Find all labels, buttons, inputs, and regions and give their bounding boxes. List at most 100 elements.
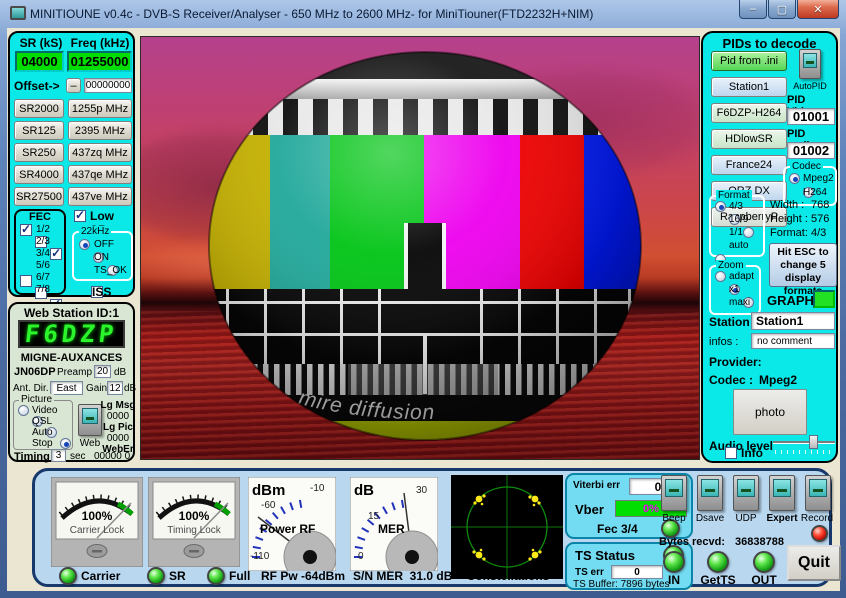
tone-22khz-label: 22kHz [79, 226, 111, 237]
slider-ticks [775, 450, 833, 454]
ts-err-label: TS err [575, 567, 604, 578]
autopid-switch-icon[interactable] [799, 49, 821, 79]
picture-label: Picture [19, 394, 54, 405]
ts-status-label: TS Status [575, 548, 635, 563]
record-switch-label: Record [797, 513, 837, 524]
fec-1-2-checkbox[interactable] [20, 224, 32, 236]
bottom-panel: 100% Carrier Lock 100% Timing Lock [32, 468, 832, 587]
fec-5-6-checkbox[interactable] [20, 275, 32, 287]
pid-audio-field[interactable]: 01002 [787, 142, 835, 159]
timing-unit: sec [70, 451, 86, 462]
sr-preset-button-sr2000[interactable]: SR2000 [14, 99, 64, 118]
timing-field[interactable]: 3 [51, 449, 66, 462]
bytes-recvd-value: 36838788 [735, 536, 784, 548]
graph-indicator[interactable] [813, 290, 835, 308]
carrier-lock-meter: 100% Carrier Lock [51, 477, 143, 567]
sr-led-label: SR [169, 569, 186, 583]
audio-level-slider[interactable] [773, 435, 835, 455]
in-led-label: IN [661, 573, 687, 587]
info-checkbox[interactable] [725, 447, 737, 459]
timing-lock-label: Timing Lock [167, 525, 222, 536]
picture-group: Picture Video QSL Auto Stop [13, 400, 73, 450]
timing-label: Timing [14, 451, 50, 463]
video-display: mire diffusion [140, 36, 700, 460]
width-label: Width : [770, 199, 804, 211]
pid-station1-button[interactable]: Station1 [711, 77, 787, 97]
fec-group: FEC 1/2 2/3 3/4 5/6 6/7 7/8 [14, 209, 66, 295]
freq-preset-button-437qe[interactable]: 437qe MHz [68, 165, 132, 184]
expert-switch[interactable] [769, 475, 795, 511]
fec-3-4-checkbox[interactable] [50, 248, 62, 260]
format-group: Format 4/3 16/9 1/1 auto [709, 195, 765, 257]
dsave-switch[interactable] [697, 475, 723, 511]
zoom-adapt-label: adapt [729, 271, 754, 282]
maximize-button[interactable]: ▢ [768, 0, 796, 19]
rf-meter-label: Power RF [260, 522, 315, 536]
mer-tick-mid: 15 [368, 511, 380, 522]
width-value: 768 [811, 199, 829, 211]
sr-preset-button-sr4000[interactable]: SR4000 [14, 165, 64, 184]
freq-value-field[interactable]: 01255000 [67, 51, 132, 72]
station-field[interactable]: Station1 [751, 312, 835, 330]
pid-video-field[interactable]: 01001 [787, 108, 835, 125]
lg-pic-label: Lg Pic [100, 422, 136, 433]
freq-preset-button-2395[interactable]: 2395 MHz [68, 121, 132, 140]
mer-meter: dB 30 15 0 MER [350, 477, 438, 571]
format-4-3-label: 4/3 [729, 201, 743, 212]
record-switch[interactable] [805, 475, 831, 511]
picture-auto-label: Auto [32, 427, 53, 438]
mer-meter-label: MER [378, 522, 405, 536]
pid-france24-button[interactable]: France24 [711, 155, 787, 175]
sr-preset-button-sr250[interactable]: SR250 [14, 143, 64, 162]
slider-thumb[interactable] [809, 435, 818, 449]
sr-preset-button-sr125[interactable]: SR125 [14, 121, 64, 140]
offset-minus-button[interactable]: – [66, 78, 81, 93]
freq-preset-button-437zq[interactable]: 437zq MHz [68, 143, 132, 162]
format-4-3-radio[interactable] [715, 201, 726, 212]
format-value-label: Format: [770, 227, 808, 239]
beep-switch[interactable] [661, 475, 687, 511]
app-window: MINITIOUNE v0.4c - DVB-S Receiver/Analys… [0, 0, 846, 598]
freq-preset-button-1255p[interactable]: 1255p MHz [68, 99, 132, 118]
zoom-adapt-radio[interactable] [715, 271, 726, 282]
pid-hdlowsr-button[interactable]: HDlowSR [711, 129, 787, 149]
ts-buffer-label: TS Buffer: 7896 bytes [573, 579, 670, 590]
web-switch-icon[interactable] [78, 404, 102, 436]
offset-value-field[interactable]: 00000000 [84, 78, 132, 93]
freq-preset-button-437ve[interactable]: 437ve MHz [68, 187, 132, 206]
low-sr-checkbox[interactable] [74, 210, 86, 222]
vber-label: Vber [575, 502, 604, 517]
udp-switch[interactable] [733, 475, 759, 511]
quit-button[interactable]: Quit [787, 545, 841, 581]
sr-preset-button-sr27500[interactable]: SR27500 [14, 187, 64, 206]
mer-reading: S/N MER 31.0 dB [353, 569, 452, 583]
bytes-recvd-label: Bytes recvd: [659, 536, 725, 548]
format-1-1-label: 1/1 [729, 227, 743, 238]
record-led [811, 525, 828, 542]
rf-meter-unit: dBm [252, 482, 285, 499]
format-label: Format [716, 190, 752, 201]
gain-field[interactable]: 12 [107, 381, 123, 395]
picture-video-radio[interactable] [18, 405, 29, 416]
pid-from-ini-button[interactable]: Pid from .ini [711, 51, 787, 71]
preamp-field[interactable]: 20 [94, 365, 111, 378]
minimize-button[interactable]: – [739, 0, 767, 19]
window-title: MINITIOUNE v0.4c - DVB-S Receiver/Analys… [30, 7, 593, 21]
infos-field[interactable]: no comment [751, 333, 835, 349]
photo-button[interactable]: photo [733, 389, 807, 435]
fec-7-8-label: 7/8 [36, 284, 50, 295]
close-button[interactable]: ✕ [797, 0, 839, 19]
picture-stop-radio[interactable] [60, 438, 71, 449]
mer-tick-high: 30 [416, 485, 428, 496]
ant-dir-field[interactable]: East [50, 381, 83, 395]
sr-value-field[interactable]: 04000 [15, 51, 64, 72]
carrier-lock-value: 100% [82, 509, 113, 523]
hit-esc-button[interactable]: Hit ESC to change 5 display formats [769, 243, 837, 287]
pid-f6dzp-h264-button[interactable]: F6DZP-H264 [711, 103, 787, 123]
codec-mpeg2-radio[interactable] [789, 173, 800, 184]
format-1-1-radio[interactable] [743, 227, 754, 238]
callsign-text: F6DZP [24, 320, 120, 348]
zoom-x1-label: x1 [729, 284, 740, 295]
autopid-label: AutoPID [791, 81, 829, 91]
tone-off-radio[interactable] [79, 239, 90, 250]
